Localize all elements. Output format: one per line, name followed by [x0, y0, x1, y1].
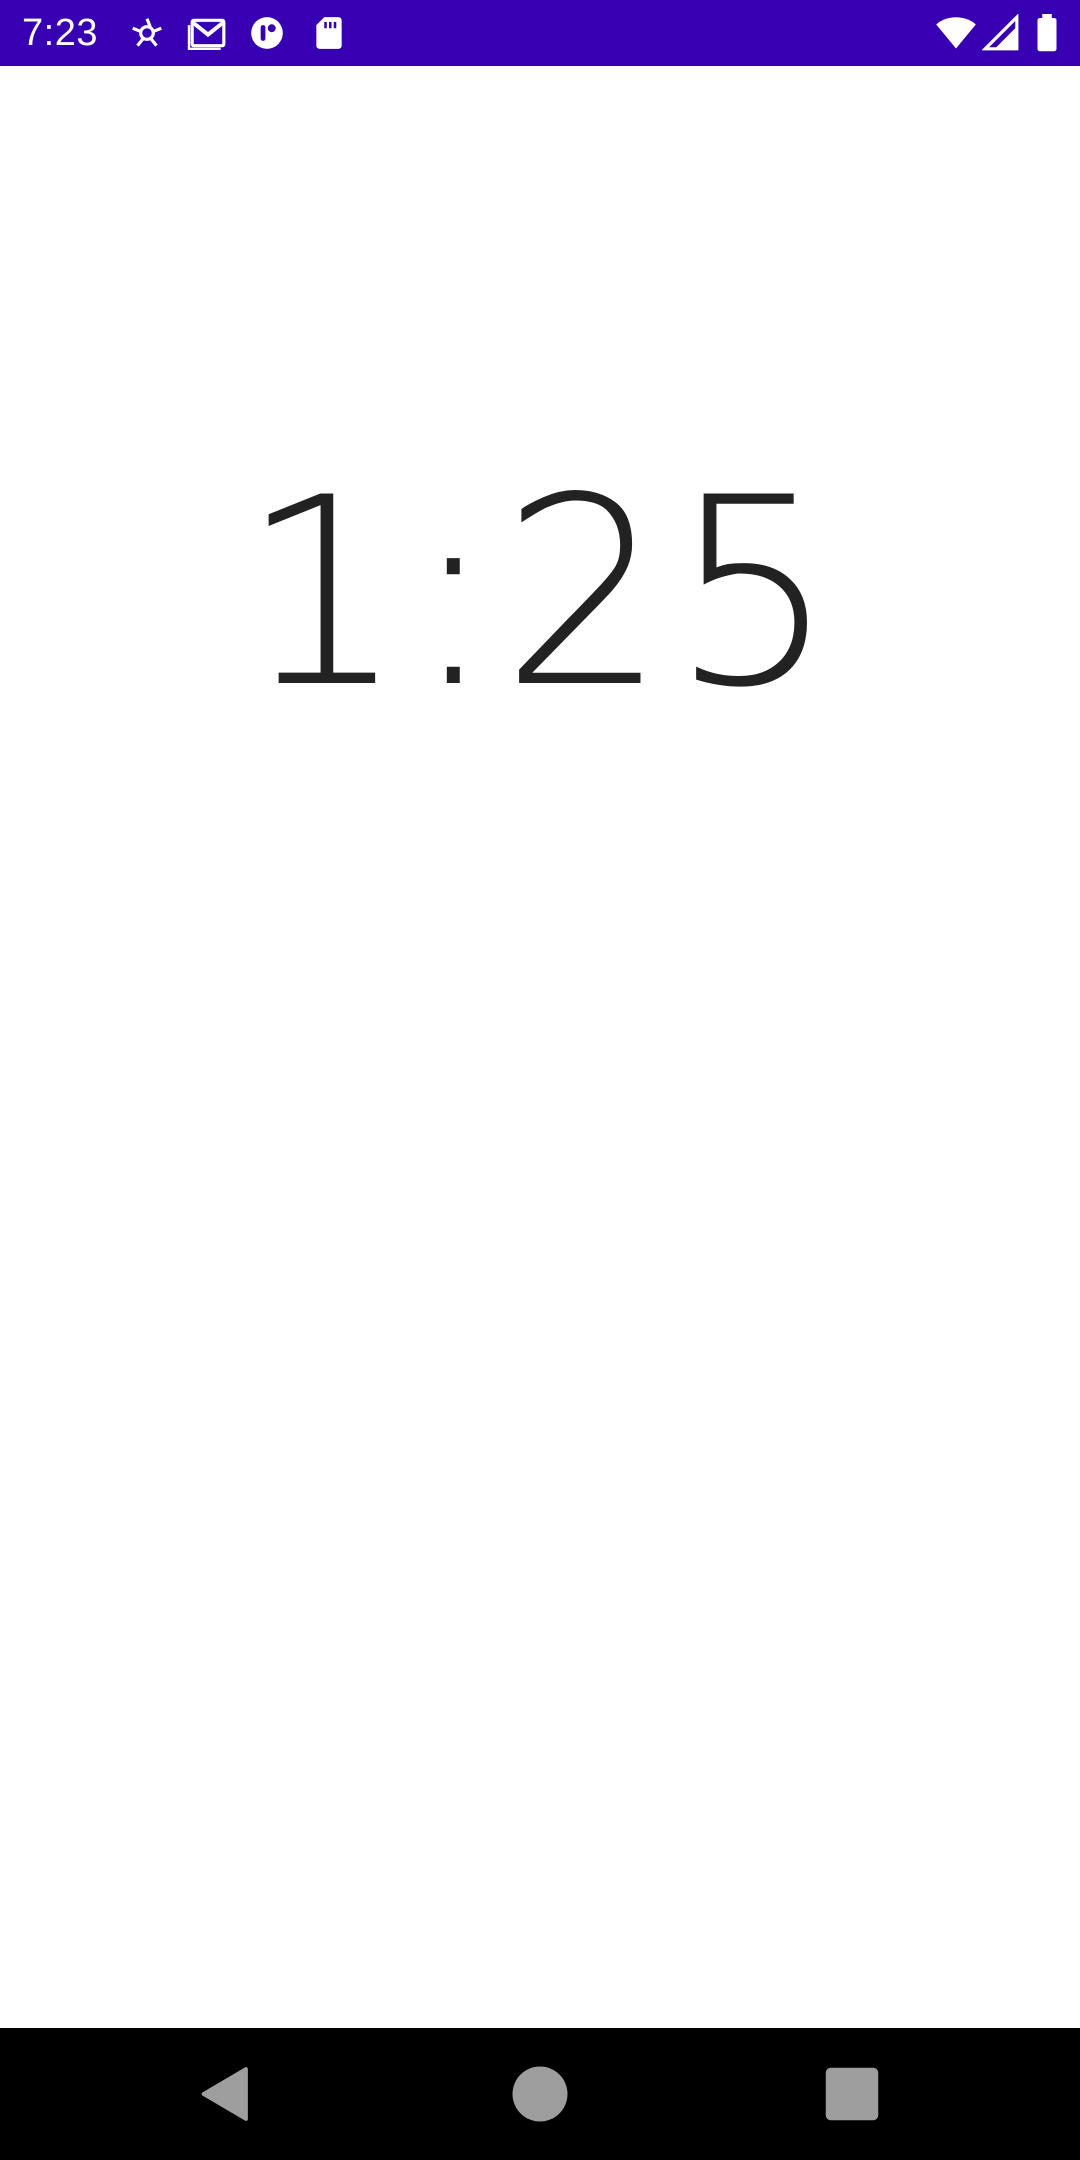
wifi-icon	[934, 14, 978, 52]
recents-icon[interactable]	[822, 2064, 882, 2124]
timer-screen: 1:25	[0, 66, 1080, 2028]
status-bar: 7:23	[0, 0, 1080, 66]
cellular-signal-icon	[982, 14, 1020, 52]
navigation-bar	[0, 2028, 1080, 2160]
gmail-icon	[186, 14, 230, 52]
app-notification-icon	[128, 14, 166, 52]
status-time: 7:23	[22, 12, 98, 54]
sd-card-icon	[310, 14, 348, 52]
record-icon	[248, 14, 286, 52]
battery-icon	[1034, 14, 1060, 52]
home-icon[interactable]	[510, 2064, 570, 2124]
back-icon[interactable]	[196, 2064, 256, 2124]
screen: 7:23 1:25	[0, 0, 1080, 2160]
timer-display: 1:25	[240, 443, 840, 745]
